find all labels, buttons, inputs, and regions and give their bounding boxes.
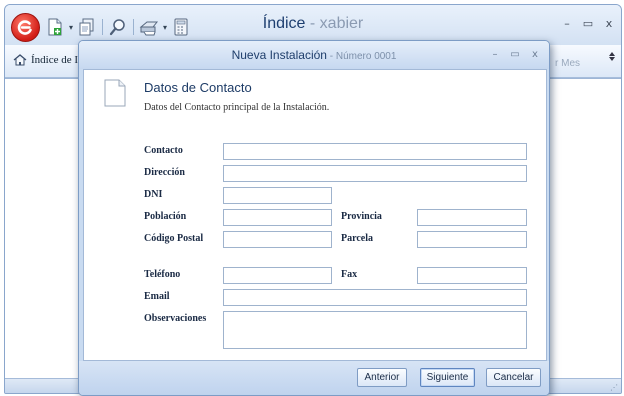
anterior-button[interactable]: Anterior (357, 368, 407, 387)
app-logo-icon[interactable] (11, 13, 40, 42)
dialog-minimize-button[interactable]: – (487, 48, 503, 62)
dialog-body: Datos de Contacto Datos del Contacto pri… (83, 69, 547, 361)
dialog-maximize-button[interactable]: ▭ (507, 48, 523, 62)
siguiente-button[interactable]: Siguiente (420, 368, 475, 387)
dni-label: DNI (144, 189, 163, 200)
parcela-label: Parcela (341, 233, 374, 244)
home-icon (13, 54, 27, 66)
codigo-postal-label: Código Postal (144, 233, 204, 244)
dni-field[interactable] (223, 187, 332, 204)
app-title-text: Índice (262, 15, 306, 32)
document-icon (104, 79, 126, 107)
maximize-button[interactable]: ▭ (578, 17, 598, 31)
direccion-label: Dirección (144, 167, 185, 178)
dialog-titlebar: Nueva Instalación - Número 0001 – ▭ x (79, 41, 549, 69)
dialog-title: Nueva Instalación - Número 0001 (79, 48, 549, 62)
section-description: Datos del Contacto principal de la Insta… (144, 102, 330, 113)
dialog-title-separator: - (326, 51, 336, 62)
cancelar-button[interactable]: Cancelar (486, 368, 541, 387)
ribbon-tab-label: Índice de I (31, 54, 79, 66)
fax-field[interactable] (417, 267, 527, 284)
app-subtitle: xabier (319, 15, 364, 32)
toolbar-separator (133, 19, 134, 35)
parcela-field[interactable] (417, 231, 527, 248)
telefono-label: Teléfono (144, 269, 181, 280)
close-button[interactable]: x (599, 17, 619, 31)
search-icon[interactable] (108, 17, 128, 37)
email-label: Email (144, 291, 170, 302)
provincia-label: Provincia (341, 211, 382, 222)
print-dropdown-arrow-icon[interactable]: ▾ (161, 23, 169, 32)
observaciones-field[interactable] (223, 311, 527, 349)
direccion-field[interactable] (223, 165, 527, 182)
dialog-close-button[interactable]: x (527, 48, 543, 62)
email-field[interactable] (223, 289, 527, 306)
dialog-footer: Anterior Siguiente Cancelar (79, 361, 549, 395)
quick-access-toolbar: ▾ ▾ (45, 16, 191, 38)
app-title-separator: - (305, 15, 320, 32)
telefono-field[interactable] (223, 267, 332, 284)
dialog-title-text: Nueva Instalación (231, 48, 327, 62)
observaciones-label: Observaciones (144, 313, 207, 324)
scroll-up-icon (609, 52, 615, 56)
resize-grip-icon[interactable]: ⋰ (610, 383, 618, 392)
copy-document-icon[interactable] (77, 17, 97, 37)
ribbon-scroll-handle[interactable] (608, 51, 616, 73)
ribbon-right-label[interactable]: r Mes (555, 58, 580, 69)
new-document-icon[interactable] (45, 17, 65, 37)
new-dropdown-arrow-icon[interactable]: ▾ (67, 23, 75, 32)
ribbon-tab-indice[interactable]: Índice de I (13, 54, 78, 66)
scroll-down-icon (609, 57, 615, 61)
poblacion-label: Población (144, 211, 187, 222)
poblacion-field[interactable] (223, 209, 332, 226)
minimize-button[interactable]: – (557, 17, 577, 31)
contacto-label: Contacto (144, 145, 183, 156)
provincia-field[interactable] (417, 209, 527, 226)
dialog-subtitle: Número 0001 (335, 51, 397, 62)
section-title: Datos de Contacto (144, 80, 252, 95)
nueva-instalacion-dialog: Nueva Instalación - Número 0001 – ▭ x Da… (78, 40, 550, 396)
codigo-postal-field[interactable] (223, 231, 332, 248)
calculator-icon[interactable] (171, 17, 191, 37)
fax-label: Fax (341, 269, 358, 280)
contacto-field[interactable] (223, 143, 527, 160)
app-titlebar: ▾ ▾ Índice - xabier – ▭ x (5, 5, 621, 45)
print-icon[interactable] (139, 17, 159, 37)
toolbar-separator (102, 19, 103, 35)
